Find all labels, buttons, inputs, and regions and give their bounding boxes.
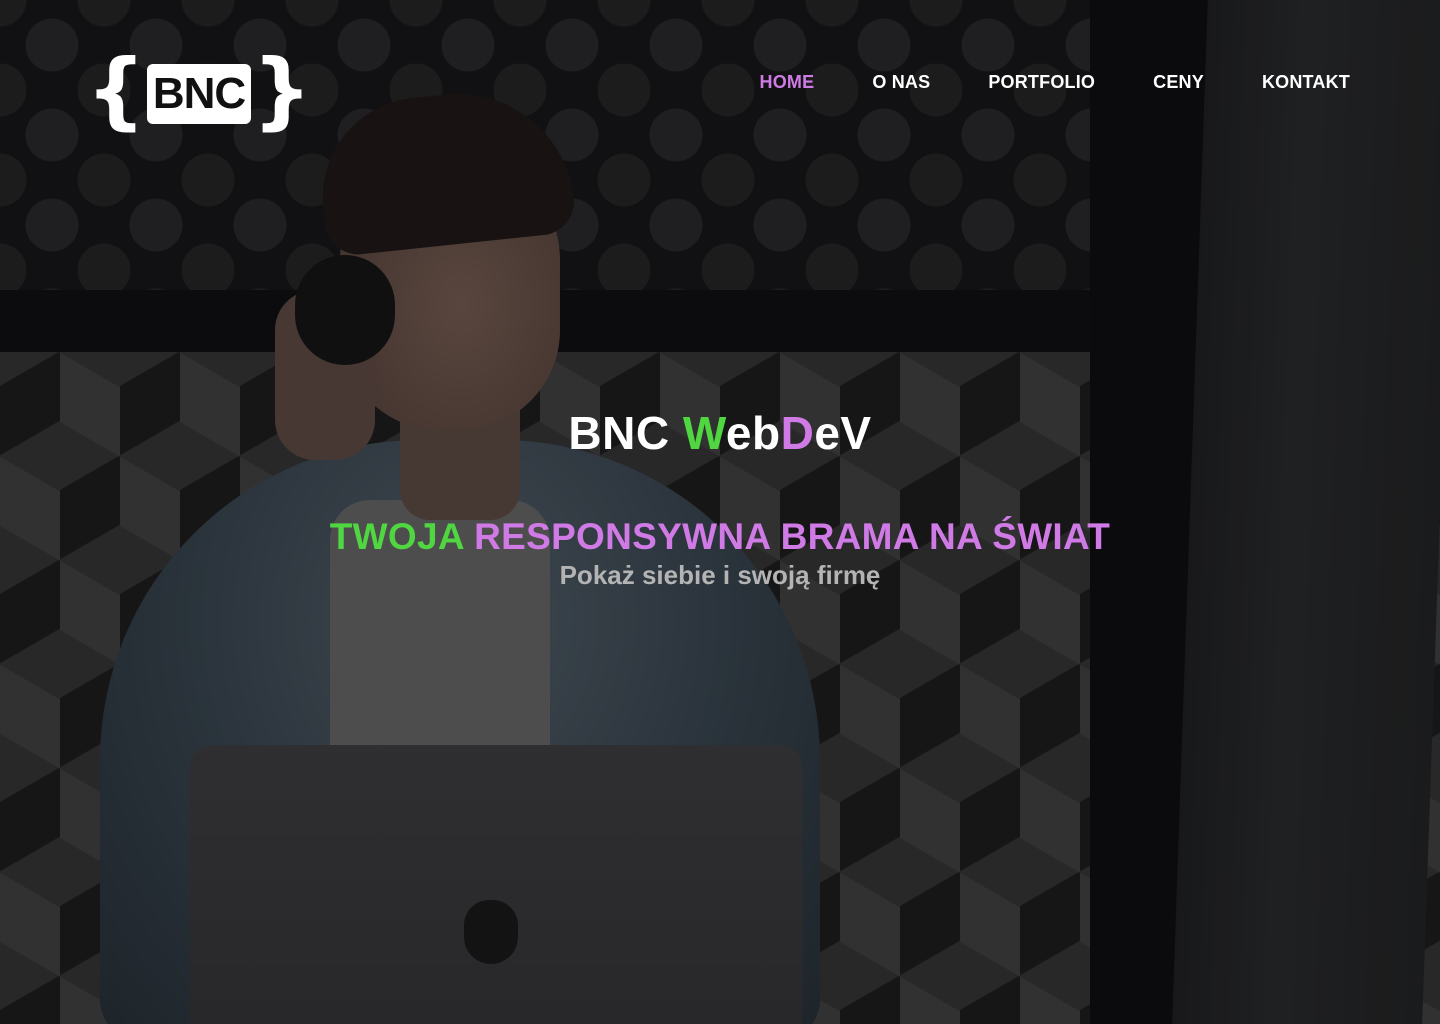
nav-link-home[interactable]: HOME — [760, 72, 815, 92]
main-nav: HOME O NAS PORTFOLIO CENY KONTAKT — [760, 72, 1351, 93]
hero-tagline-green: TWOJA — [329, 516, 464, 557]
hero-title-w: W — [682, 407, 726, 459]
hero-tagline-rest: RESPONSYWNA BRAMA NA ŚWIAT — [463, 516, 1111, 557]
hero-tagline: TWOJA RESPONSYWNA BRAMA NA ŚWIAT — [0, 516, 1440, 558]
nav-link-portfolio[interactable]: PORTFOLIO — [988, 72, 1095, 92]
logo-brace-close: } — [252, 41, 312, 139]
nav-link-o-nas[interactable]: O NAS — [872, 72, 930, 92]
nav-link-ceny[interactable]: CENY — [1153, 72, 1204, 92]
logo-brace-open: { — [86, 41, 146, 139]
nav-item-kontakt: KONTAKT — [1262, 72, 1350, 93]
hero-title-part1: BNC — [568, 407, 683, 459]
hero-subtitle: Pokaż siebie i swoją firmę — [559, 560, 881, 590]
hero-section: { BNC } HOME O NAS PORTFOLIO CENY KONTAK… — [0, 0, 1440, 1024]
hero-title-d: D — [780, 407, 815, 459]
nav-link-kontakt[interactable]: KONTAKT — [1262, 72, 1350, 92]
background-photo — [0, 0, 1440, 1024]
hero-title: BNC WebDeV — [0, 406, 1440, 460]
nav-item-home: HOME — [760, 72, 815, 93]
hero-title-ev: eV — [814, 407, 872, 459]
nav-item-portfolio: PORTFOLIO — [988, 72, 1095, 93]
dark-overlay — [0, 0, 1440, 1024]
site-logo[interactable]: { BNC } — [86, 41, 312, 139]
nav-item-o-nas: O NAS — [872, 72, 930, 93]
nav-item-ceny: CENY — [1153, 72, 1204, 93]
hero-title-eb: eb — [725, 407, 781, 459]
logo-text: BNC — [146, 63, 252, 125]
